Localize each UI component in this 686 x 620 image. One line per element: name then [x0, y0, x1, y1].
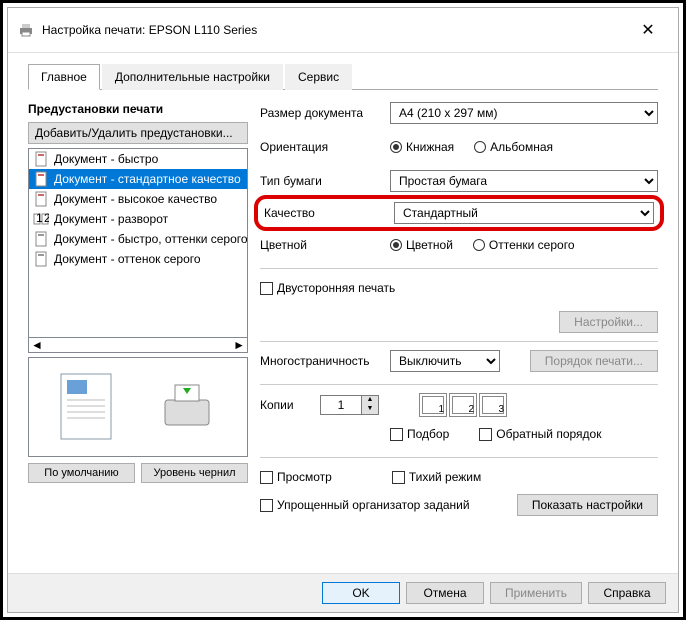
preset-label: Документ - высокое качество [54, 192, 217, 206]
quality-highlight: Качество Стандартный [254, 195, 664, 231]
spread-icon: 12 [33, 211, 49, 227]
radio-landscape[interactable]: Альбомная [474, 140, 553, 154]
preset-item[interactable]: Документ - стандартное качество [29, 169, 247, 189]
radio-color[interactable]: Цветной [390, 238, 453, 252]
copies-input[interactable] [321, 396, 361, 414]
preset-item[interactable]: Документ - быстро [29, 149, 247, 169]
ink-levels-button[interactable]: Уровень чернил [141, 463, 248, 483]
doc-size-select[interactable]: A4 (210 x 297 мм) [390, 102, 658, 124]
spinner-up-icon[interactable]: ▲ [362, 396, 378, 405]
apply-button: Применить [490, 582, 582, 604]
page-order-button: Порядок печати... [530, 350, 658, 372]
preset-item[interactable]: Документ - быстро, оттенки серого [29, 229, 247, 249]
radio-portrait[interactable]: Книжная [390, 140, 454, 154]
window-title: Настройка печати: EPSON L110 Series [42, 23, 628, 37]
doc-icon [33, 191, 49, 207]
orientation-label: Ориентация [260, 140, 390, 154]
svg-text:1: 1 [36, 211, 43, 225]
spinner-down-icon[interactable]: ▼ [362, 405, 378, 414]
doc-icon [33, 151, 49, 167]
collate-preview [419, 393, 507, 417]
preset-item[interactable]: Документ - высокое качество [29, 189, 247, 209]
job-organizer-checkbox[interactable]: Упрощенный организатор заданий [260, 498, 470, 512]
svg-text:2: 2 [44, 211, 49, 225]
preset-list[interactable]: Документ - быстро Документ - стандартное… [28, 148, 248, 338]
presets-title: Предустановки печати [28, 102, 248, 116]
preset-label: Документ - оттенок серого [54, 252, 201, 266]
printer-icon [18, 22, 34, 38]
print-settings-dialog: Настройка печати: EPSON L110 Series ✕ Гл… [7, 7, 679, 613]
copies-spinner[interactable]: ▲▼ [320, 395, 379, 415]
color-label: Цветной [260, 238, 390, 252]
show-settings-button[interactable]: Показать настройки [517, 494, 658, 516]
reverse-checkbox[interactable]: Обратный порядок [479, 427, 601, 441]
preset-label: Документ - стандартное качество [54, 172, 241, 186]
radio-grayscale[interactable]: Оттенки серого [473, 238, 575, 252]
ok-button[interactable]: OK [322, 582, 400, 604]
preset-item[interactable]: Документ - оттенок серого [29, 249, 247, 269]
close-button[interactable]: ✕ [628, 16, 668, 44]
tabs: Главное Дополнительные настройки Сервис [28, 63, 658, 90]
doc-size-label: Размер документа [260, 106, 390, 120]
preset-label: Документ - разворот [54, 212, 168, 226]
quality-select[interactable]: Стандартный [394, 202, 654, 224]
quality-label: Качество [264, 206, 394, 220]
preset-label: Документ - быстро [54, 152, 158, 166]
duplex-settings-button: Настройки... [559, 311, 658, 333]
multipage-label: Многостраничность [260, 354, 390, 368]
scroll-right-icon[interactable]: ► [233, 338, 245, 352]
cancel-button[interactable]: Отмена [406, 582, 484, 604]
quiet-checkbox[interactable]: Тихий режим [392, 470, 481, 484]
default-button[interactable]: По умолчанию [28, 463, 135, 483]
dialog-footer: OK Отмена Применить Справка [8, 573, 678, 612]
collate-checkbox[interactable]: Подбор [390, 427, 449, 441]
add-remove-presets-button[interactable]: Добавить/Удалить предустановки... [28, 122, 248, 144]
preview-box [28, 357, 248, 457]
doc-icon [33, 171, 49, 187]
preview-checkbox[interactable]: Просмотр [260, 470, 332, 484]
preset-label: Документ - быстро, оттенки серого [54, 232, 248, 246]
copies-label: Копии [260, 398, 320, 412]
doc-gray-icon [33, 231, 49, 247]
titlebar: Настройка печати: EPSON L110 Series ✕ [8, 8, 678, 53]
doc-gray-icon [33, 251, 49, 267]
printer-preview-icon [157, 380, 217, 435]
help-button[interactable]: Справка [588, 582, 666, 604]
paper-type-select[interactable]: Простая бумага [390, 170, 658, 192]
multipage-select[interactable]: Выключить [390, 350, 500, 372]
preset-item[interactable]: 12 Документ - разворот [29, 209, 247, 229]
scroll-left-icon[interactable]: ◄ [31, 338, 43, 352]
page-preview-icon [59, 372, 114, 442]
tab-main[interactable]: Главное [28, 64, 100, 90]
tab-service[interactable]: Сервис [285, 64, 352, 90]
tab-advanced[interactable]: Дополнительные настройки [102, 64, 283, 90]
paper-type-label: Тип бумаги [260, 174, 390, 188]
duplex-checkbox[interactable]: Двусторонняя печать [260, 281, 395, 295]
